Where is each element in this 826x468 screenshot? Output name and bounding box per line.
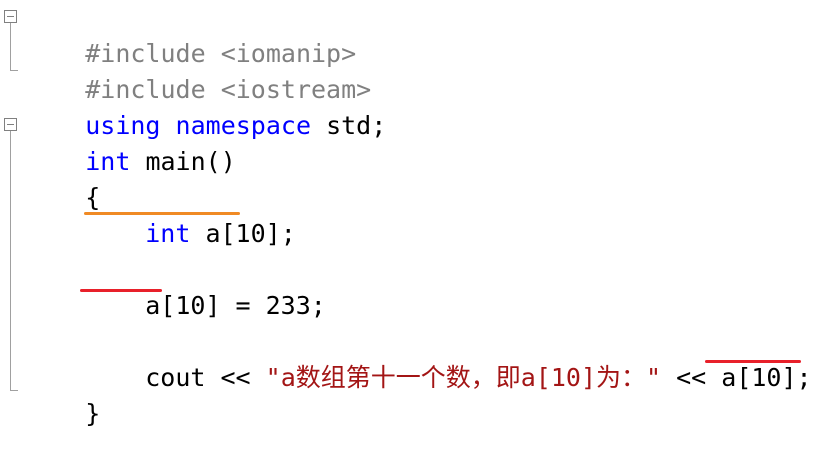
fold-guide-line bbox=[10, 131, 11, 391]
code-line-2[interactable]: #include <iostream> bbox=[25, 36, 371, 104]
array-access: a[10] bbox=[721, 363, 797, 392]
fold-collapse-icon[interactable] bbox=[4, 10, 17, 23]
red-underline bbox=[705, 360, 801, 363]
code-line-8[interactable]: cout << "a数组第十一个数，即a[10]为：" << a[10]; bbox=[85, 324, 811, 392]
code-line-4[interactable]: int main() bbox=[25, 108, 236, 176]
fold-guide-end bbox=[10, 70, 18, 71]
code-line-3[interactable]: using namespace std; bbox=[25, 72, 386, 140]
code-line-6[interactable]: int a[10]; bbox=[85, 180, 296, 248]
code-line-1[interactable]: #include <iomanip> bbox=[25, 0, 356, 68]
code-line-9[interactable]: } bbox=[25, 360, 100, 428]
array-assignment: a[10] = 233; bbox=[145, 291, 326, 320]
code-editor[interactable]: #include <iomanip> #include <iostream> u… bbox=[0, 0, 826, 428]
fold-guide-line bbox=[10, 23, 11, 71]
array-declaration: a[10]; bbox=[205, 219, 296, 248]
string-literal: "a数组第十一个数，即a[10]为：" bbox=[265, 363, 662, 392]
close-brace: } bbox=[85, 399, 101, 428]
cout-stream: cout << bbox=[145, 363, 266, 392]
red-underline bbox=[80, 289, 162, 292]
orange-underline bbox=[84, 212, 240, 215]
stream-operator: << bbox=[661, 363, 722, 392]
semicolon: ; bbox=[796, 363, 812, 392]
keyword-int: int bbox=[145, 219, 191, 248]
function-signature: main() bbox=[145, 147, 236, 176]
code-line-5[interactable]: { bbox=[25, 144, 100, 212]
fold-collapse-icon[interactable] bbox=[4, 118, 17, 131]
namespace-name: std; bbox=[326, 111, 387, 140]
code-line-7[interactable]: a[10] = 233; bbox=[85, 252, 326, 320]
fold-guide-end bbox=[10, 390, 18, 391]
